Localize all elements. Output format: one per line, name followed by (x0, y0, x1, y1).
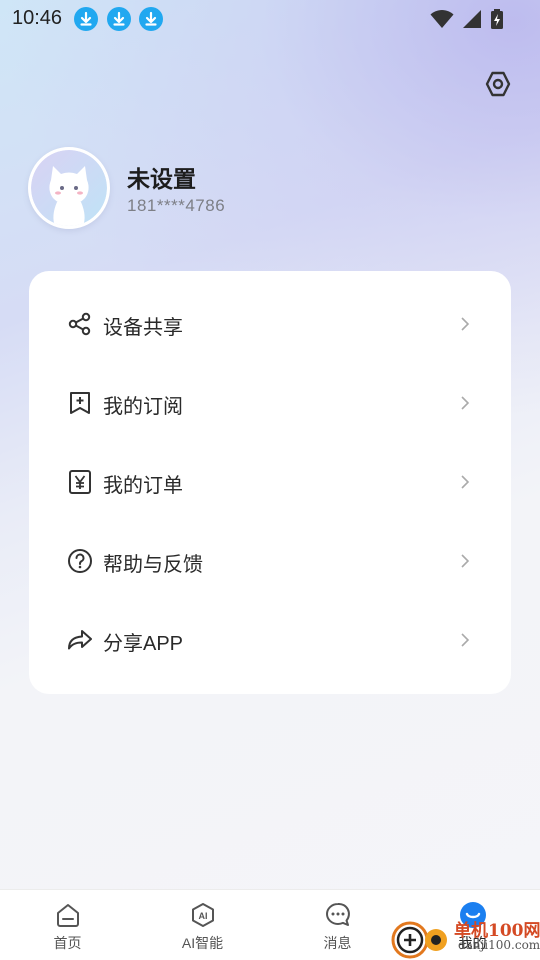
wifi-icon (430, 10, 454, 28)
tab-messages[interactable]: 消息 (270, 890, 405, 960)
download-icon (74, 7, 98, 31)
menu-item-label: 我的订单 (103, 475, 183, 497)
chevron-right-icon (461, 396, 470, 410)
status-time: 10:46 (12, 7, 63, 29)
message-icon (325, 902, 350, 926)
tab-ai[interactable]: AI AI智能 (135, 890, 270, 960)
svg-text:AI: AI (198, 911, 207, 921)
gear-icon (485, 71, 511, 97)
watermark-url: danji100.com (458, 938, 540, 952)
menu-item-label: 设备共享 (103, 317, 183, 339)
status-indicators (430, 8, 504, 30)
download-icon (107, 7, 131, 31)
settings-button[interactable] (482, 68, 514, 100)
menu-item-label: 分享APP (103, 633, 184, 655)
tab-label: AI智能 (181, 935, 224, 951)
signal-icon (463, 10, 481, 28)
help-circle-icon (68, 549, 92, 573)
chevron-right-icon (461, 633, 470, 647)
home-icon (56, 904, 79, 927)
bookmark-plus-icon (70, 392, 90, 414)
watermark-logo-icon (391, 921, 447, 959)
menu-card: 设备共享 我的订阅 我的订单 帮助与反馈 分享APP (29, 271, 511, 694)
battery-charging-icon (491, 9, 503, 29)
avatar[interactable] (28, 147, 110, 229)
menu-item-orders[interactable]: 我的订单 (29, 443, 511, 522)
menu-item-label: 我的订阅 (103, 396, 183, 418)
tab-label: 首页 (53, 935, 82, 951)
menu-item-label: 帮助与反馈 (103, 554, 203, 576)
user-name[interactable]: 未设置 (127, 160, 196, 194)
status-bar: 10:46 (0, 0, 540, 36)
chevron-right-icon (461, 317, 470, 331)
menu-item-subscriptions[interactable]: 我的订阅 (29, 364, 511, 443)
menu-item-device-sharing[interactable]: 设备共享 (29, 285, 511, 364)
chevron-right-icon (461, 554, 470, 568)
cat-avatar-icon (31, 150, 107, 226)
share-nodes-icon (68, 312, 91, 336)
menu-item-share-app[interactable]: 分享APP (29, 601, 511, 680)
tab-home[interactable]: 首页 (0, 890, 135, 960)
watermark: 单机100网 danji100.com (388, 914, 540, 960)
user-phone: 181****4786 (127, 196, 226, 215)
ai-hexagon-icon: AI (191, 903, 214, 927)
menu-item-help-feedback[interactable]: 帮助与反馈 (29, 522, 511, 601)
yen-receipt-icon (69, 470, 91, 494)
download-icon (139, 7, 163, 31)
forward-arrow-icon (68, 630, 92, 650)
tab-label: 消息 (323, 935, 352, 951)
chevron-right-icon (461, 475, 470, 489)
